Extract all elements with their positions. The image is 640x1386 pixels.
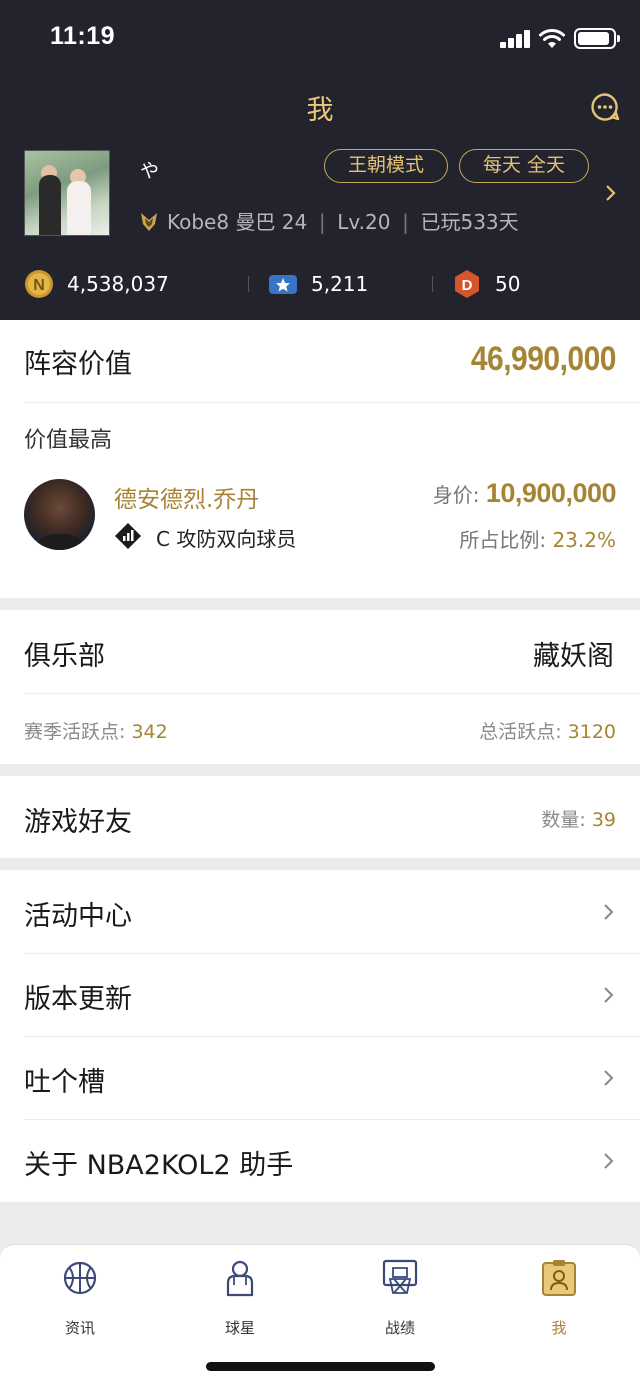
club-title: 俱乐部 <box>24 641 105 672</box>
club-name: 藏妖阁 <box>533 641 614 672</box>
total-activity-label: 总活跃点: <box>479 721 568 743</box>
friends-count-value: 39 <box>591 809 616 831</box>
user-nickname: や <box>140 160 160 182</box>
tab-label: 球星 <box>224 1319 255 1337</box>
menu-item-label: 版本更新 <box>24 984 132 1015</box>
price-value: 10,900,000 <box>485 478 617 508</box>
player-name[interactable]: 德安德烈.乔丹 <box>114 480 259 514</box>
svg-text:N: N <box>33 277 45 294</box>
season-activity: 赛季活跃点: 342 <box>24 717 168 744</box>
user-level: Lv.20 <box>337 210 391 234</box>
friends-count: 数量: 39 <box>541 805 616 832</box>
stars-value: 5,211 <box>311 272 369 296</box>
status-time: 11:19 <box>50 22 116 50</box>
currency-stars: 5,211 <box>268 268 418 300</box>
menu-item-label: 活动中心 <box>24 901 132 932</box>
price-label: 身价: <box>432 483 486 507</box>
coins-value: 4,538,037 <box>67 272 169 296</box>
chevron-right-icon <box>604 987 614 1003</box>
profile-card-icon <box>542 1260 576 1296</box>
d-badge-icon: D <box>455 270 479 298</box>
player-avatar[interactable] <box>24 479 95 550</box>
divider <box>248 276 249 292</box>
player-price: 身价: 10,900,000 <box>432 478 617 509</box>
mode-tag: 王朝模式 <box>324 149 448 183</box>
page-title: 我 <box>306 95 334 126</box>
rank-badge-icon <box>141 213 157 231</box>
chevron-right-icon <box>604 904 614 920</box>
chevron-right-icon <box>604 1070 614 1086</box>
player-icon <box>226 1260 254 1297</box>
home-indicator[interactable] <box>206 1362 435 1371</box>
tab-label: 战绩 <box>384 1319 415 1337</box>
days-played: 已玩533天 <box>420 210 519 234</box>
profile-header: 11:19 我 や 王朝模式 每天 全天 Kobe8 曼巴 24 | Lv.20 | 已… <box>0 0 640 320</box>
user-meta: Kobe8 曼巴 24 | Lv.20 | 已玩533天 <box>140 206 519 234</box>
time-tag: 每天 全天 <box>459 149 589 183</box>
divider <box>432 276 433 292</box>
svg-text:D: D <box>462 277 473 294</box>
d-value: 50 <box>495 272 521 296</box>
wifi-icon <box>539 29 565 48</box>
message-icon[interactable] <box>590 92 620 122</box>
lineup-value: 46,990,000 <box>470 340 617 378</box>
tab-news[interactable]: 资讯 <box>30 1257 130 1337</box>
menu-item-feedback[interactable]: 吐个槽 <box>0 1036 640 1119</box>
ratio-label: 所占比例: <box>459 528 553 552</box>
currency-coins: N 4,538,037 <box>24 268 224 300</box>
tab-label: 资讯 <box>64 1319 95 1337</box>
gold-coin-icon: N <box>25 270 53 298</box>
battery-icon <box>574 28 620 49</box>
highest-value-label: 价值最高 <box>24 428 113 453</box>
ratio-value: 23.2% <box>552 528 616 552</box>
friends-count-label: 数量: <box>541 809 592 831</box>
chevron-right-icon <box>604 1153 614 1169</box>
chevron-right-icon[interactable] <box>604 184 618 202</box>
friends-title: 游戏好友 <box>24 807 132 838</box>
user-avatar[interactable] <box>24 150 110 236</box>
tab-stars[interactable]: 球星 <box>190 1257 290 1337</box>
total-activity: 总活跃点: 3120 <box>479 717 616 744</box>
divider <box>24 402 640 403</box>
tab-me[interactable]: 我 <box>509 1257 609 1337</box>
menu-item-label: 关于 NBA2KOL2 助手 <box>24 1150 294 1181</box>
currency-d: D 50 <box>452 268 552 300</box>
menu-item-activity-center[interactable]: 活动中心 <box>0 870 640 953</box>
tab-label: 我 <box>551 1319 567 1337</box>
star-ticket-icon <box>269 275 297 294</box>
player-ratio: 所占比例: 23.2% <box>459 524 616 553</box>
menu-item-version-update[interactable]: 版本更新 <box>0 953 640 1036</box>
basketball-icon <box>63 1261 97 1295</box>
cellular-signal-icon <box>500 30 532 48</box>
hoop-icon <box>382 1259 418 1294</box>
lineup-title: 阵容价值 <box>24 349 132 380</box>
season-activity-value: 342 <box>131 721 168 743</box>
status-bar: 11:19 <box>0 0 640 80</box>
total-activity-value: 3120 <box>567 721 616 743</box>
season-activity-label: 赛季活跃点: <box>24 721 132 743</box>
rank-name: Kobe8 曼巴 24 <box>167 210 308 234</box>
menu-item-about[interactable]: 关于 NBA2KOL2 助手 <box>0 1119 640 1202</box>
position-badge-icon <box>115 523 141 549</box>
menu-item-label: 吐个槽 <box>24 1067 105 1098</box>
player-position: C 攻防双向球员 <box>156 527 297 551</box>
tab-records[interactable]: 战绩 <box>350 1257 450 1337</box>
divider <box>24 693 640 694</box>
